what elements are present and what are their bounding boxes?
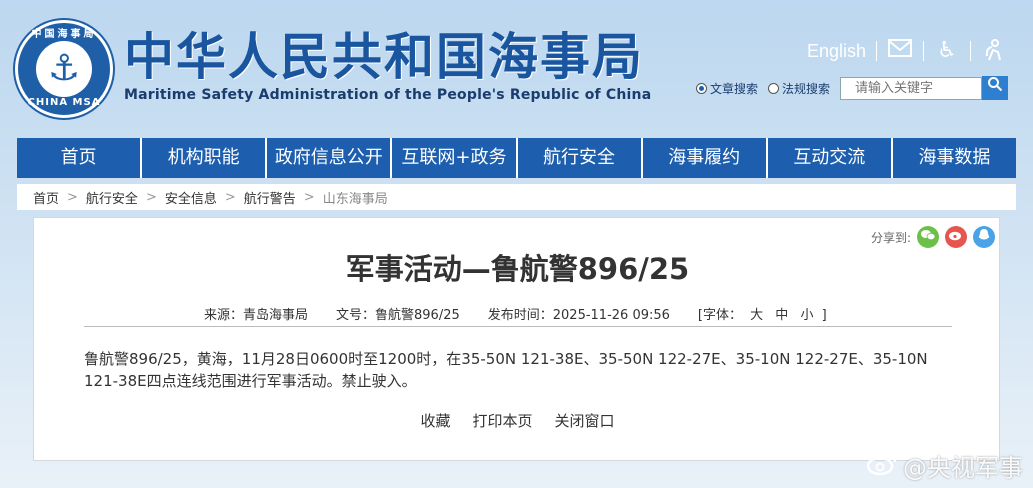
chevron-right-icon: > [145,189,157,205]
qq-icon[interactable] [973,226,995,248]
breadcrumb-navigation-safety[interactable]: 航行安全 [86,188,138,207]
breadcrumb-home[interactable]: 首页 [33,188,59,207]
nav-gov-info[interactable]: 政府信息公开 [267,138,393,178]
nav-internet-gov[interactable]: 互联网+政务 [392,138,518,178]
msa-emblem-logo[interactable]: 中国海事局 ⚓ CHINA MSA [15,20,113,118]
close-window-button[interactable]: 关闭窗口 [555,410,615,431]
article-meta: 来源：青岛海事局 文号：鲁航警896/25 发布时间：2025-11-26 09… [204,304,827,323]
font-medium-button[interactable]: 中 [775,308,788,323]
weibo-icon[interactable] [945,226,967,248]
font-small-button[interactable]: 小 [800,308,813,323]
share-bar: 分享到: [871,226,995,248]
emblem-ring-bottom-text: CHINA MSA [27,97,101,108]
article-actions: 收藏 打印本页 关闭窗口 [34,410,1001,431]
nav-functions[interactable]: 机构职能 [142,138,268,178]
emblem-ring-top-text: 中国海事局 [31,29,97,40]
site-subtitle: Maritime Safety Administration of the Pe… [124,87,652,103]
nav-data[interactable]: 海事数据 [893,138,1016,178]
search-input[interactable] [840,76,983,100]
chevron-right-icon: > [67,189,78,205]
nav-convention[interactable]: 海事履约 [643,138,768,178]
wechat-icon[interactable] [917,226,939,248]
watermark: @央视军事 [866,448,1023,483]
font-size-close: ] [821,308,827,323]
breadcrumb-shandong-msa[interactable]: 山东海事局 [323,188,388,207]
font-size-label: [字体： [697,308,742,323]
chevron-right-icon: > [303,189,315,205]
article-title: 军事活动—鲁航警896/25 [345,252,690,286]
divider [970,41,971,61]
nav-navigation-safety[interactable]: 航行安全 [518,138,643,178]
breadcrumb-safety-info[interactable]: 安全信息 [165,188,217,207]
font-large-button[interactable]: 大 [750,308,763,323]
site-title[interactable]: 中华人民共和国海事局 [124,28,644,86]
search-icon [988,77,1003,92]
share-label: 分享到: [870,230,911,245]
search-bar: 文章搜索 法规搜索 [696,76,1009,100]
article-source: 来源：青岛海事局 [204,308,309,323]
emblem-inner: ⚓ [36,41,92,97]
nav-home[interactable]: 首页 [17,138,143,178]
search-option-regulation-label: 法规搜索 [782,81,831,96]
search-option-article-label: 文章搜索 [710,81,759,96]
top-links: English ♿ [807,36,1007,66]
chevron-right-icon: > [224,189,236,205]
divider [923,41,924,61]
elderly-icon[interactable] [981,38,1007,64]
weibo-watermark-icon [866,451,897,481]
site-header: 中国海事局 ⚓ CHINA MSA 中华人民共和国海事局 Maritime Sa… [0,0,1033,138]
accessibility-icon[interactable]: ♿ [934,38,960,64]
mail-icon[interactable] [887,38,913,64]
article-body: 鲁航警896/25，黄海，11月28日0600时至1200时，在35-50N 1… [84,350,928,390]
print-button[interactable]: 打印本页 [472,410,532,431]
radio-selected[interactable] [696,82,707,94]
breadcrumb: 首页 > 航行安全 > 安全信息 > 航行警告 > 山东海事局 [17,184,1016,210]
favorite-button[interactable]: 收藏 [420,410,450,431]
radio-unselected[interactable] [768,82,780,94]
search-option-article[interactable]: 文章搜索 [696,80,758,97]
anchor-icon: ⚓ [47,48,81,89]
meta-divider [84,326,952,327]
font-size-control: [字体： 大 中 小 ] [698,304,827,323]
article-publish-time: 发布时间：2025-11-26 09:56 [487,308,670,323]
article-panel: 分享到: 军事活动—鲁航警896/25 来源：青岛海事局 文号：鲁航警896/2… [33,217,1000,461]
search-option-regulation[interactable]: 法规搜索 [768,80,830,97]
search-button[interactable] [982,76,1009,100]
breadcrumb-nav-warnings[interactable]: 航行警告 [244,188,296,207]
watermark-text: @央视军事 [903,454,1023,482]
english-link[interactable]: English [807,41,866,62]
main-nav: 首页 机构职能 政府信息公开 互联网+政务 航行安全 海事履约 互动交流 海事数… [17,138,1016,178]
divider [876,41,877,61]
nav-interaction[interactable]: 互动交流 [768,138,893,178]
article-doc-number: 文号：鲁航警896/25 [336,308,460,323]
